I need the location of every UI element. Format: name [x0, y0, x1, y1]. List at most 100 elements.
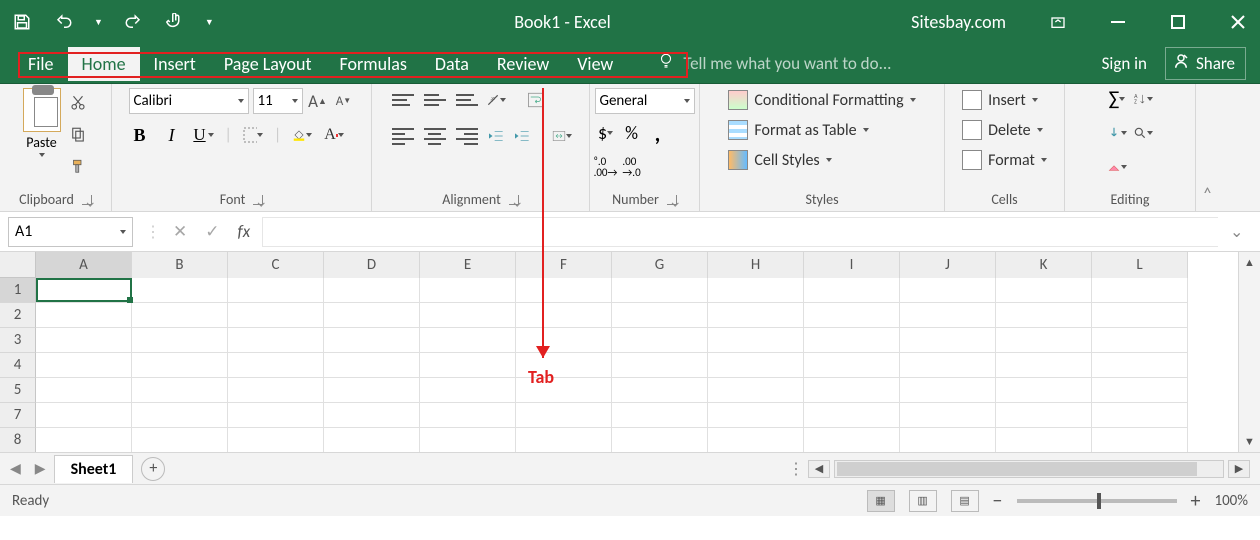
cell[interactable]: [516, 378, 612, 403]
tab-page-layout[interactable]: Page Layout: [210, 47, 326, 81]
fx-icon[interactable]: fx: [238, 221, 251, 242]
fill-icon[interactable]: [1106, 122, 1128, 144]
cell[interactable]: [996, 353, 1092, 378]
cell[interactable]: [804, 303, 900, 328]
orientation-icon[interactable]: ab: [485, 89, 507, 111]
cell[interactable]: [1092, 353, 1188, 378]
number-format-select[interactable]: General: [595, 88, 695, 114]
find-select-icon[interactable]: [1132, 122, 1154, 144]
cell[interactable]: [708, 328, 804, 353]
page-layout-view-button[interactable]: ▥: [909, 490, 937, 512]
dialog-launcher-icon[interactable]: [82, 195, 92, 205]
delete-cells-button[interactable]: Delete: [958, 118, 1047, 142]
paste-button[interactable]: Paste: [23, 88, 61, 157]
cancel-formula-icon[interactable]: ✕: [173, 221, 187, 242]
increase-indent-icon[interactable]: [511, 125, 533, 147]
cell[interactable]: [324, 378, 420, 403]
cell[interactable]: [132, 353, 228, 378]
touch-mode-icon[interactable]: [163, 10, 187, 34]
add-sheet-button[interactable]: +: [141, 457, 165, 481]
cell[interactable]: [1092, 403, 1188, 428]
cell[interactable]: [36, 303, 132, 328]
decrease-indent-icon[interactable]: [485, 125, 507, 147]
cell[interactable]: [708, 303, 804, 328]
column-header[interactable]: G: [612, 252, 708, 278]
percent-icon[interactable]: %: [621, 122, 643, 144]
row-header[interactable]: 8: [0, 428, 36, 452]
cell[interactable]: [1092, 378, 1188, 403]
cell[interactable]: [36, 378, 132, 403]
cell[interactable]: [996, 278, 1092, 303]
cell[interactable]: [516, 353, 612, 378]
scroll-left-icon[interactable]: ◀: [808, 460, 830, 478]
select-all-corner[interactable]: [0, 252, 36, 278]
sort-filter-icon[interactable]: AZ: [1132, 88, 1154, 110]
cell[interactable]: [36, 428, 132, 452]
column-header[interactable]: J: [900, 252, 996, 278]
copy-icon[interactable]: [67, 124, 89, 146]
worksheet-grid[interactable]: A B C D E F G H I J K L 1 2 3 4 5 7 8 ▲ …: [0, 252, 1260, 452]
redo-icon[interactable]: [121, 10, 145, 34]
column-header[interactable]: C: [228, 252, 324, 278]
tab-file[interactable]: File: [14, 47, 68, 81]
enter-formula-icon[interactable]: ✓: [205, 221, 219, 242]
insert-cells-button[interactable]: Insert: [958, 88, 1042, 112]
currency-icon[interactable]: $: [595, 122, 617, 144]
tab-home[interactable]: Home: [68, 47, 140, 81]
sheet-nav-prev-icon[interactable]: ◀: [10, 460, 21, 477]
clear-icon[interactable]: [1106, 156, 1128, 178]
save-icon[interactable]: [10, 10, 34, 34]
cell[interactable]: [996, 378, 1092, 403]
horizontal-scrollbar[interactable]: ⋮ ◀ ▶: [788, 459, 1250, 479]
cell[interactable]: [804, 428, 900, 452]
sign-in-link[interactable]: Sign in: [1102, 53, 1147, 74]
cell[interactable]: [132, 378, 228, 403]
vertical-scrollbar[interactable]: ▲ ▼: [1238, 252, 1260, 452]
cell[interactable]: [324, 353, 420, 378]
cell[interactable]: [708, 428, 804, 452]
row-header[interactable]: 5: [0, 378, 36, 403]
format-cells-button[interactable]: Format: [958, 148, 1051, 172]
align-bottom-icon[interactable]: [453, 88, 481, 112]
cell[interactable]: [324, 428, 420, 452]
zoom-out-button[interactable]: −: [993, 489, 1003, 513]
maximize-icon[interactable]: [1166, 10, 1190, 34]
tab-review[interactable]: Review: [483, 47, 563, 81]
row-header[interactable]: 1: [0, 278, 36, 303]
name-box[interactable]: A1: [8, 217, 133, 247]
row-header[interactable]: 7: [0, 403, 36, 428]
row-header[interactable]: 2: [0, 303, 36, 328]
cell[interactable]: [804, 353, 900, 378]
qat-customize-icon[interactable]: ▼: [205, 17, 214, 28]
zoom-in-button[interactable]: +: [1191, 489, 1201, 513]
cell[interactable]: [1092, 278, 1188, 303]
cell[interactable]: [36, 403, 132, 428]
cell[interactable]: [900, 303, 996, 328]
cell[interactable]: [804, 278, 900, 303]
sheet-tab[interactable]: Sheet1: [54, 455, 134, 483]
normal-view-button[interactable]: ▦: [867, 490, 895, 512]
format-painter-icon[interactable]: [67, 156, 89, 178]
cell[interactable]: [516, 278, 612, 303]
cell[interactable]: [1092, 428, 1188, 452]
cell[interactable]: [516, 328, 612, 353]
column-header[interactable]: L: [1092, 252, 1188, 278]
column-header[interactable]: D: [324, 252, 420, 278]
cell[interactable]: [708, 353, 804, 378]
cell[interactable]: [612, 403, 708, 428]
cell[interactable]: [900, 278, 996, 303]
zoom-slider[interactable]: [1017, 499, 1177, 503]
cell[interactable]: [324, 278, 420, 303]
cell[interactable]: [804, 328, 900, 353]
dialog-launcher-icon[interactable]: [509, 195, 519, 205]
column-header[interactable]: E: [420, 252, 516, 278]
grow-font-icon[interactable]: A▲: [307, 90, 329, 112]
formula-input[interactable]: [262, 217, 1218, 247]
collapse-ribbon-icon[interactable]: ˄: [1203, 183, 1213, 205]
cell[interactable]: [228, 353, 324, 378]
align-top-icon[interactable]: [389, 88, 417, 112]
cell[interactable]: [996, 403, 1092, 428]
cell[interactable]: [708, 403, 804, 428]
cell[interactable]: [132, 303, 228, 328]
fill-color-button[interactable]: [291, 124, 313, 146]
